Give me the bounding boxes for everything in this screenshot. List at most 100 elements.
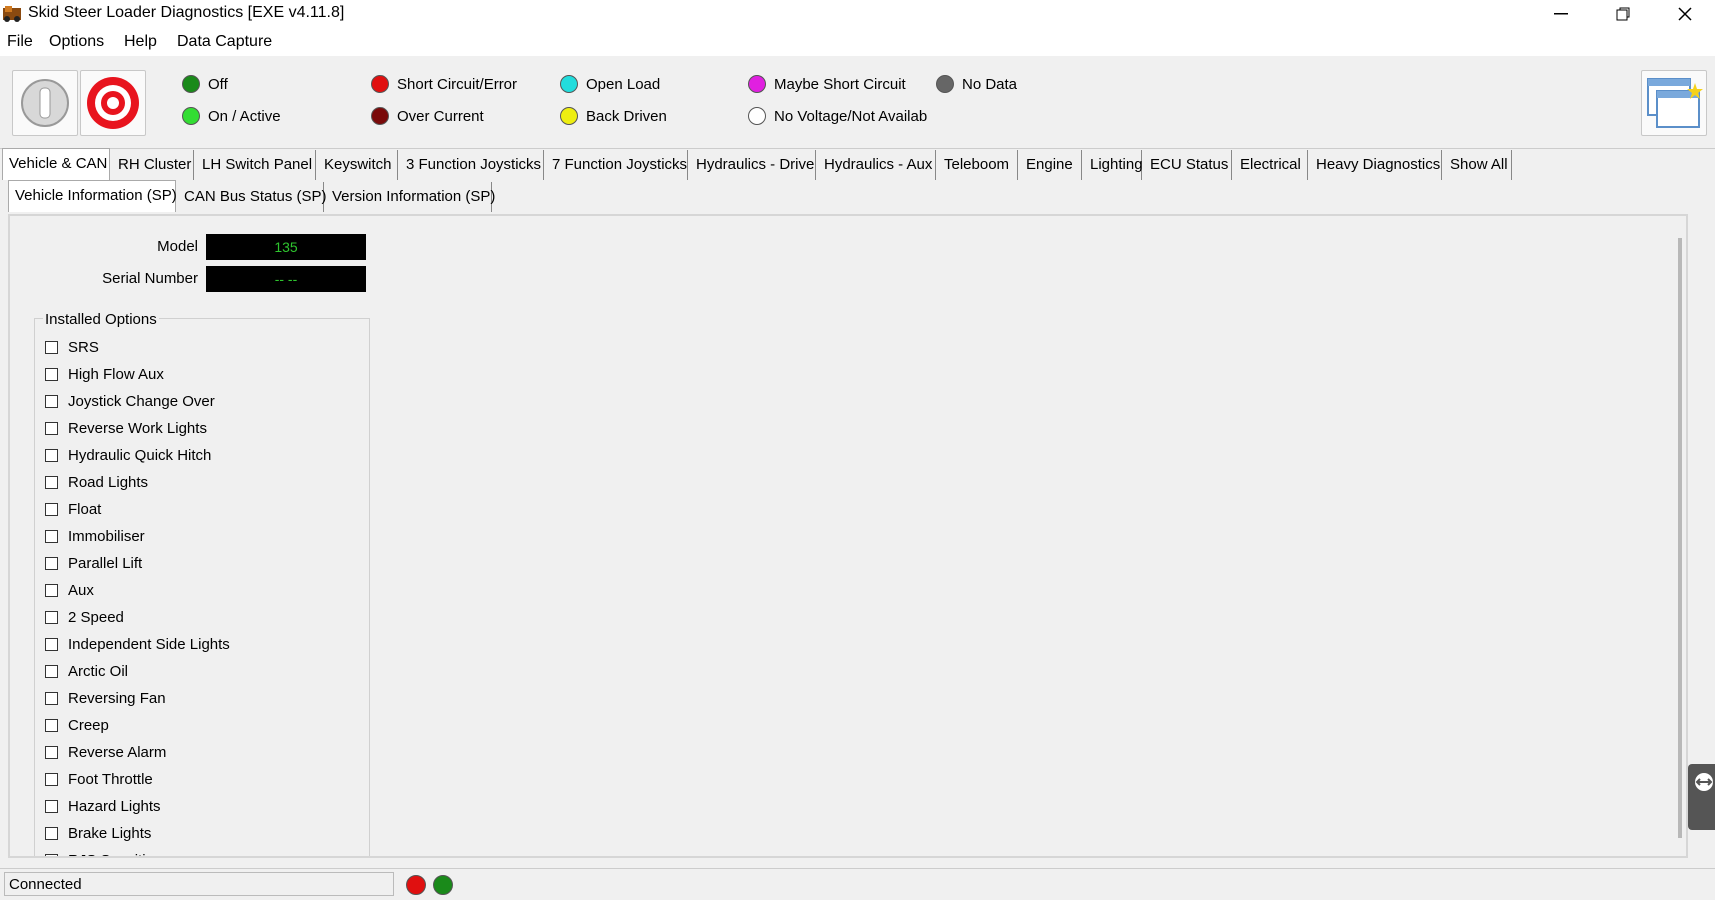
option-checkbox[interactable]: [45, 557, 58, 570]
option-checkbox[interactable]: [45, 827, 58, 840]
option-checkbox[interactable]: [45, 449, 58, 462]
option-label: Immobiliser: [68, 528, 145, 545]
sub-tab-strip: Vehicle Information (SP) CAN Bus Status …: [0, 180, 1715, 212]
option-row[interactable]: Foot Throttle: [45, 771, 153, 788]
option-checkbox[interactable]: [45, 530, 58, 543]
tab-7-function-joysticks[interactable]: 7 Function Joysticks: [546, 150, 688, 180]
tab-electrical[interactable]: Electrical: [1234, 150, 1308, 180]
option-row[interactable]: Arctic Oil: [45, 663, 128, 680]
option-row[interactable]: Independent Side Lights: [45, 636, 230, 653]
option-checkbox[interactable]: [45, 503, 58, 516]
tab-lh-switch-panel[interactable]: LH Switch Panel: [196, 150, 316, 180]
option-row[interactable]: Parallel Lift: [45, 555, 142, 572]
pause-button[interactable]: [12, 70, 78, 136]
option-row[interactable]: RJS Sensitive: [45, 852, 161, 856]
option-label: Hydraulic Quick Hitch: [68, 447, 212, 464]
option-label: Reverse Alarm: [68, 744, 167, 761]
restore-icon: [1616, 7, 1630, 21]
tab-engine[interactable]: Engine: [1020, 150, 1082, 180]
status-bar: Connected: [0, 868, 1715, 900]
remote-support-widget[interactable]: [1688, 764, 1715, 830]
option-label: Hazard Lights: [68, 798, 161, 815]
legend-maybe-short: Maybe Short Circuit: [748, 75, 906, 93]
tab-lighting[interactable]: Lighting: [1084, 150, 1143, 180]
option-checkbox[interactable]: [45, 800, 58, 813]
option-checkbox[interactable]: [45, 611, 58, 624]
option-row[interactable]: SRS: [45, 339, 99, 356]
option-checkbox[interactable]: [45, 368, 58, 381]
legend-led-short: [371, 75, 389, 93]
tab-ecu-status[interactable]: ECU Status: [1144, 150, 1232, 180]
option-label: Aux: [68, 582, 94, 599]
legend-short-circuit: Short Circuit/Error: [371, 75, 517, 93]
option-row[interactable]: Hazard Lights: [45, 798, 161, 815]
model-value: 135: [206, 234, 366, 260]
option-checkbox[interactable]: [45, 638, 58, 651]
restore-button[interactable]: [1592, 0, 1654, 28]
option-checkbox[interactable]: [45, 476, 58, 489]
legend-open-load: Open Load: [560, 75, 660, 93]
legend-led-over-current: [371, 107, 389, 125]
remote-support-icon: [1695, 773, 1713, 791]
option-row[interactable]: High Flow Aux: [45, 366, 164, 383]
option-checkbox[interactable]: [45, 584, 58, 597]
tab-keyswitch[interactable]: Keyswitch: [318, 150, 398, 180]
menu-file[interactable]: File: [7, 33, 33, 51]
record-button[interactable]: [80, 70, 146, 136]
legend-led-on: [182, 107, 200, 125]
close-button[interactable]: [1654, 0, 1715, 28]
legend-over-current: Over Current: [371, 107, 484, 125]
tab-vehicle-can[interactable]: Vehicle & CAN: [2, 148, 110, 180]
menu-data-capture[interactable]: Data Capture: [177, 33, 272, 51]
option-row[interactable]: Reverse Alarm: [45, 744, 166, 761]
subtab-vehicle-information[interactable]: Vehicle Information (SP): [8, 180, 177, 212]
option-checkbox[interactable]: [45, 665, 58, 678]
tab-hydraulics-aux[interactable]: Hydraulics - Aux: [818, 150, 936, 180]
option-checkbox[interactable]: [45, 746, 58, 759]
option-checkbox[interactable]: [45, 341, 58, 354]
option-checkbox[interactable]: [45, 422, 58, 435]
minimize-icon: [1554, 13, 1568, 15]
legend-led-no-data: [936, 75, 954, 93]
legend-on-active: On / Active: [182, 107, 281, 125]
tab-teleboom[interactable]: Teleboom: [938, 150, 1018, 180]
vertical-scrollbar[interactable]: [1678, 238, 1682, 838]
option-checkbox[interactable]: [45, 719, 58, 732]
option-checkbox[interactable]: [45, 773, 58, 786]
option-row[interactable]: Immobiliser: [45, 528, 145, 545]
new-window-button[interactable]: [1641, 70, 1707, 136]
option-row[interactable]: Reverse Work Lights: [45, 420, 207, 437]
app-logo-icon: [3, 6, 21, 22]
tab-3-function-joysticks[interactable]: 3 Function Joysticks: [400, 150, 544, 180]
option-row[interactable]: Float: [45, 501, 101, 518]
option-row[interactable]: Creep: [45, 717, 109, 734]
subtab-version-information[interactable]: Version Information (SP): [326, 182, 495, 212]
option-row[interactable]: Joystick Change Over: [45, 393, 215, 410]
option-label: SRS: [68, 339, 99, 356]
menu-options[interactable]: Options: [49, 33, 104, 51]
tab-hydraulics-drive[interactable]: Hydraulics - Drive: [690, 150, 816, 180]
toolbar: Off On / Active Short Circuit/Error Over…: [0, 56, 1715, 149]
option-row[interactable]: 2 Speed: [45, 609, 124, 626]
option-checkbox[interactable]: [45, 854, 58, 856]
option-row[interactable]: Brake Lights: [45, 825, 151, 842]
legend-no-voltage: No Voltage/Not Availab: [748, 107, 927, 125]
menu-bar: File Options Help Data Capture: [0, 28, 1715, 56]
option-checkbox[interactable]: [45, 692, 58, 705]
option-label: Float: [68, 501, 102, 518]
menu-help[interactable]: Help: [124, 33, 157, 51]
option-row[interactable]: Reversing Fan: [45, 690, 166, 707]
model-label: Model: [157, 238, 198, 255]
window-title: Skid Steer Loader Diagnostics [EXE v4.11…: [28, 4, 345, 21]
subtab-can-bus-status[interactable]: CAN Bus Status (SP): [178, 182, 327, 212]
option-label: Brake Lights: [68, 825, 152, 842]
tab-rh-cluster[interactable]: RH Cluster: [112, 150, 194, 180]
legend-no-data: No Data: [936, 75, 1017, 93]
minimize-button[interactable]: [1530, 0, 1592, 28]
tab-show-all[interactable]: Show All: [1444, 150, 1512, 180]
option-checkbox[interactable]: [45, 395, 58, 408]
option-row[interactable]: Hydraulic Quick Hitch: [45, 447, 211, 464]
option-row[interactable]: Road Lights: [45, 474, 148, 491]
option-row[interactable]: Aux: [45, 582, 94, 599]
tab-heavy-diagnostics[interactable]: Heavy Diagnostics: [1310, 150, 1442, 180]
